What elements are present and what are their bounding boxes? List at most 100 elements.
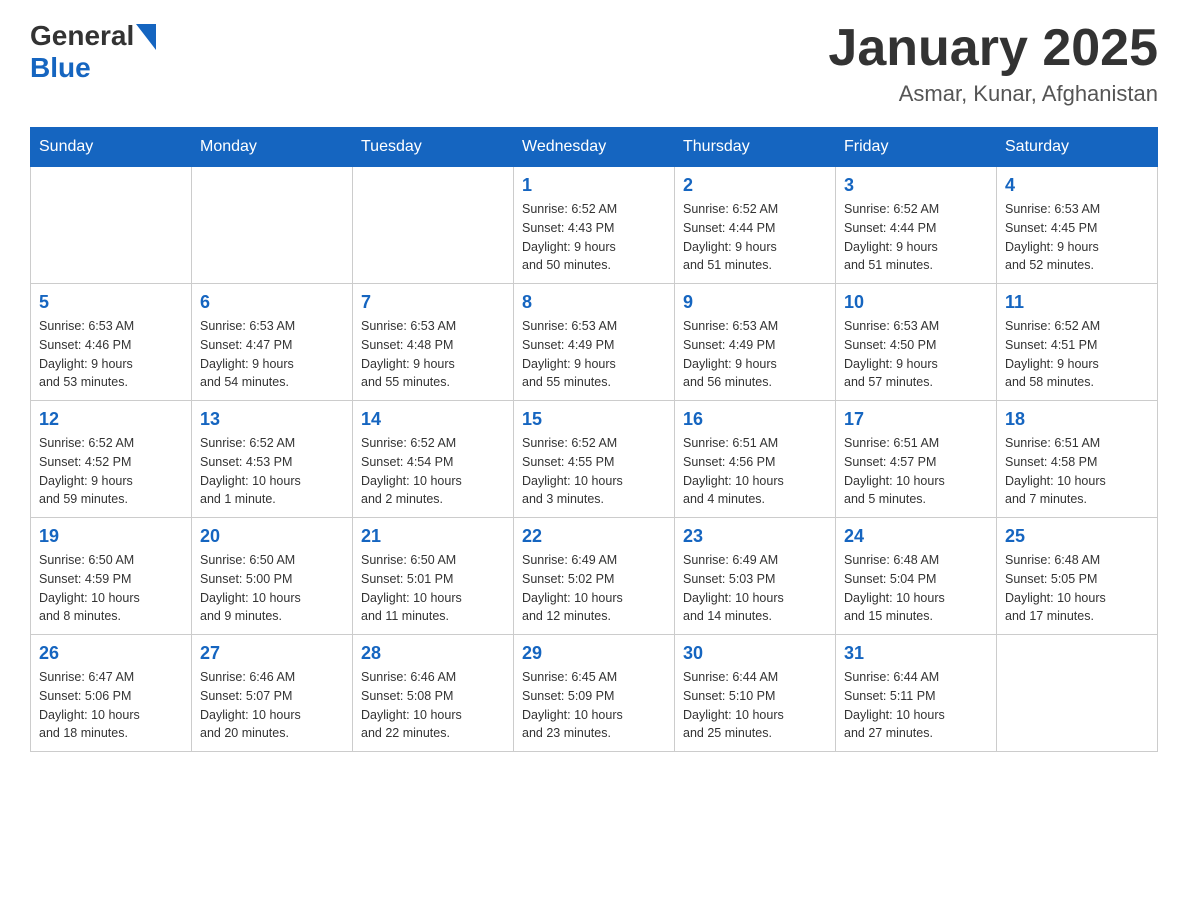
day-number: 29 — [522, 643, 666, 664]
day-number: 23 — [683, 526, 827, 547]
weekday-header-tuesday: Tuesday — [353, 128, 514, 167]
calendar-cell: 31 Sunrise: 6:44 AM Sunset: 5:11 PM Dayli… — [836, 635, 997, 752]
weekday-header-thursday: Thursday — [675, 128, 836, 167]
calendar-cell — [192, 167, 353, 284]
day-info: Sunrise: 6:46 AM Sunset: 5:08 PM Dayligh… — [361, 668, 505, 743]
day-info: Sunrise: 6:51 AM Sunset: 4:56 PM Dayligh… — [683, 434, 827, 509]
day-number: 11 — [1005, 292, 1149, 313]
day-number: 6 — [200, 292, 344, 313]
calendar-cell: 16 Sunrise: 6:51 AM Sunset: 4:56 PM Dayli… — [675, 401, 836, 518]
day-info: Sunrise: 6:53 AM Sunset: 4:46 PM Dayligh… — [39, 317, 183, 392]
weekday-header-sunday: Sunday — [31, 128, 192, 167]
day-info: Sunrise: 6:53 AM Sunset: 4:45 PM Dayligh… — [1005, 200, 1149, 275]
day-info: Sunrise: 6:48 AM Sunset: 5:05 PM Dayligh… — [1005, 551, 1149, 626]
day-number: 26 — [39, 643, 183, 664]
calendar-cell — [997, 635, 1158, 752]
calendar-week-row: 12Sunrise: 6:52 AM Sunset: 4:52 PM Dayli… — [31, 401, 1158, 518]
day-number: 13 — [200, 409, 344, 430]
day-info: Sunrise: 6:53 AM Sunset: 4:49 PM Dayligh… — [683, 317, 827, 392]
day-info: Sunrise: 6:51 AM Sunset: 4:58 PM Dayligh… — [1005, 434, 1149, 509]
weekday-header-row: SundayMondayTuesdayWednesdayThursdayFrid… — [31, 128, 1158, 167]
day-info: Sunrise: 6:45 AM Sunset: 5:09 PM Dayligh… — [522, 668, 666, 743]
day-number: 4 — [1005, 175, 1149, 196]
day-info: Sunrise: 6:46 AM Sunset: 5:07 PM Dayligh… — [200, 668, 344, 743]
day-info: Sunrise: 6:52 AM Sunset: 4:52 PM Dayligh… — [39, 434, 183, 509]
day-info: Sunrise: 6:52 AM Sunset: 4:54 PM Dayligh… — [361, 434, 505, 509]
day-info: Sunrise: 6:53 AM Sunset: 4:48 PM Dayligh… — [361, 317, 505, 392]
calendar-cell: 27 Sunrise: 6:46 AM Sunset: 5:07 PM Dayli… — [192, 635, 353, 752]
calendar-cell: 7 Sunrise: 6:53 AM Sunset: 4:48 PM Daylig… — [353, 284, 514, 401]
day-info: Sunrise: 6:52 AM Sunset: 4:51 PM Dayligh… — [1005, 317, 1149, 392]
calendar-cell: 8 Sunrise: 6:53 AM Sunset: 4:49 PM Daylig… — [514, 284, 675, 401]
calendar-cell: 12Sunrise: 6:52 AM Sunset: 4:52 PM Dayli… — [31, 401, 192, 518]
calendar-cell: 18 Sunrise: 6:51 AM Sunset: 4:58 PM Dayli… — [997, 401, 1158, 518]
calendar-cell: 23 Sunrise: 6:49 AM Sunset: 5:03 PM Dayli… — [675, 518, 836, 635]
weekday-header-friday: Friday — [836, 128, 997, 167]
day-info: Sunrise: 6:50 AM Sunset: 4:59 PM Dayligh… — [39, 551, 183, 626]
day-info: Sunrise: 6:49 AM Sunset: 5:02 PM Dayligh… — [522, 551, 666, 626]
day-number: 22 — [522, 526, 666, 547]
day-info: Sunrise: 6:50 AM Sunset: 5:00 PM Dayligh… — [200, 551, 344, 626]
day-number: 8 — [522, 292, 666, 313]
day-info: Sunrise: 6:52 AM Sunset: 4:43 PM Dayligh… — [522, 200, 666, 275]
day-number: 27 — [200, 643, 344, 664]
weekday-header-saturday: Saturday — [997, 128, 1158, 167]
day-number: 1 — [522, 175, 666, 196]
day-info: Sunrise: 6:52 AM Sunset: 4:44 PM Dayligh… — [844, 200, 988, 275]
logo: General Blue — [30, 20, 156, 84]
calendar-cell: 3 Sunrise: 6:52 AM Sunset: 4:44 PM Daylig… — [836, 167, 997, 284]
day-number: 24 — [844, 526, 988, 547]
logo-triangle-icon — [136, 24, 156, 50]
day-number: 2 — [683, 175, 827, 196]
calendar-week-row: 26Sunrise: 6:47 AM Sunset: 5:06 PM Dayli… — [31, 635, 1158, 752]
day-number: 16 — [683, 409, 827, 430]
calendar-cell — [31, 167, 192, 284]
calendar-cell: 2 Sunrise: 6:52 AM Sunset: 4:44 PM Daylig… — [675, 167, 836, 284]
calendar-cell: 28 Sunrise: 6:46 AM Sunset: 5:08 PM Dayli… — [353, 635, 514, 752]
day-number: 18 — [1005, 409, 1149, 430]
weekday-header-wednesday: Wednesday — [514, 128, 675, 167]
day-number: 14 — [361, 409, 505, 430]
calendar-cell: 26Sunrise: 6:47 AM Sunset: 5:06 PM Dayli… — [31, 635, 192, 752]
day-number: 7 — [361, 292, 505, 313]
page-header: General Blue January 2025 Asmar, Kunar, … — [30, 20, 1158, 107]
calendar-cell: 20 Sunrise: 6:50 AM Sunset: 5:00 PM Dayli… — [192, 518, 353, 635]
calendar-cell: 5 Sunrise: 6:53 AM Sunset: 4:46 PM Daylig… — [31, 284, 192, 401]
day-info: Sunrise: 6:53 AM Sunset: 4:49 PM Dayligh… — [522, 317, 666, 392]
logo-general-text: General — [30, 20, 134, 52]
calendar-cell: 1 Sunrise: 6:52 AM Sunset: 4:43 PM Daylig… — [514, 167, 675, 284]
day-number: 19 — [39, 526, 183, 547]
calendar-cell: 30 Sunrise: 6:44 AM Sunset: 5:10 PM Dayli… — [675, 635, 836, 752]
calendar-cell: 6Sunrise: 6:53 AM Sunset: 4:47 PM Daylig… — [192, 284, 353, 401]
calendar-cell: 22 Sunrise: 6:49 AM Sunset: 5:02 PM Dayli… — [514, 518, 675, 635]
day-number: 3 — [844, 175, 988, 196]
calendar-cell: 4 Sunrise: 6:53 AM Sunset: 4:45 PM Daylig… — [997, 167, 1158, 284]
logo-blue-text: Blue — [30, 52, 91, 83]
calendar-cell: 10Sunrise: 6:53 AM Sunset: 4:50 PM Dayli… — [836, 284, 997, 401]
calendar-cell: 25 Sunrise: 6:48 AM Sunset: 5:05 PM Dayli… — [997, 518, 1158, 635]
calendar-cell: 14 Sunrise: 6:52 AM Sunset: 4:54 PM Dayli… — [353, 401, 514, 518]
day-number: 30 — [683, 643, 827, 664]
day-info: Sunrise: 6:52 AM Sunset: 4:44 PM Dayligh… — [683, 200, 827, 275]
calendar-week-row: 19 Sunrise: 6:50 AM Sunset: 4:59 PM Dayli… — [31, 518, 1158, 635]
day-info: Sunrise: 6:50 AM Sunset: 5:01 PM Dayligh… — [361, 551, 505, 626]
day-number: 9 — [683, 292, 827, 313]
day-number: 20 — [200, 526, 344, 547]
day-info: Sunrise: 6:52 AM Sunset: 4:53 PM Dayligh… — [200, 434, 344, 509]
day-info: Sunrise: 6:44 AM Sunset: 5:10 PM Dayligh… — [683, 668, 827, 743]
day-number: 28 — [361, 643, 505, 664]
calendar-cell: 17Sunrise: 6:51 AM Sunset: 4:57 PM Dayli… — [836, 401, 997, 518]
calendar-cell: 19 Sunrise: 6:50 AM Sunset: 4:59 PM Dayli… — [31, 518, 192, 635]
day-number: 31 — [844, 643, 988, 664]
calendar-table: SundayMondayTuesdayWednesdayThursdayFrid… — [30, 127, 1158, 752]
month-title: January 2025 — [828, 20, 1158, 77]
calendar-cell: 21Sunrise: 6:50 AM Sunset: 5:01 PM Dayli… — [353, 518, 514, 635]
day-number: 17 — [844, 409, 988, 430]
calendar-cell: 15Sunrise: 6:52 AM Sunset: 4:55 PM Dayli… — [514, 401, 675, 518]
day-number: 25 — [1005, 526, 1149, 547]
day-number: 5 — [39, 292, 183, 313]
day-info: Sunrise: 6:44 AM Sunset: 5:11 PM Dayligh… — [844, 668, 988, 743]
calendar-cell — [353, 167, 514, 284]
calendar-week-row: 5 Sunrise: 6:53 AM Sunset: 4:46 PM Daylig… — [31, 284, 1158, 401]
day-info: Sunrise: 6:49 AM Sunset: 5:03 PM Dayligh… — [683, 551, 827, 626]
